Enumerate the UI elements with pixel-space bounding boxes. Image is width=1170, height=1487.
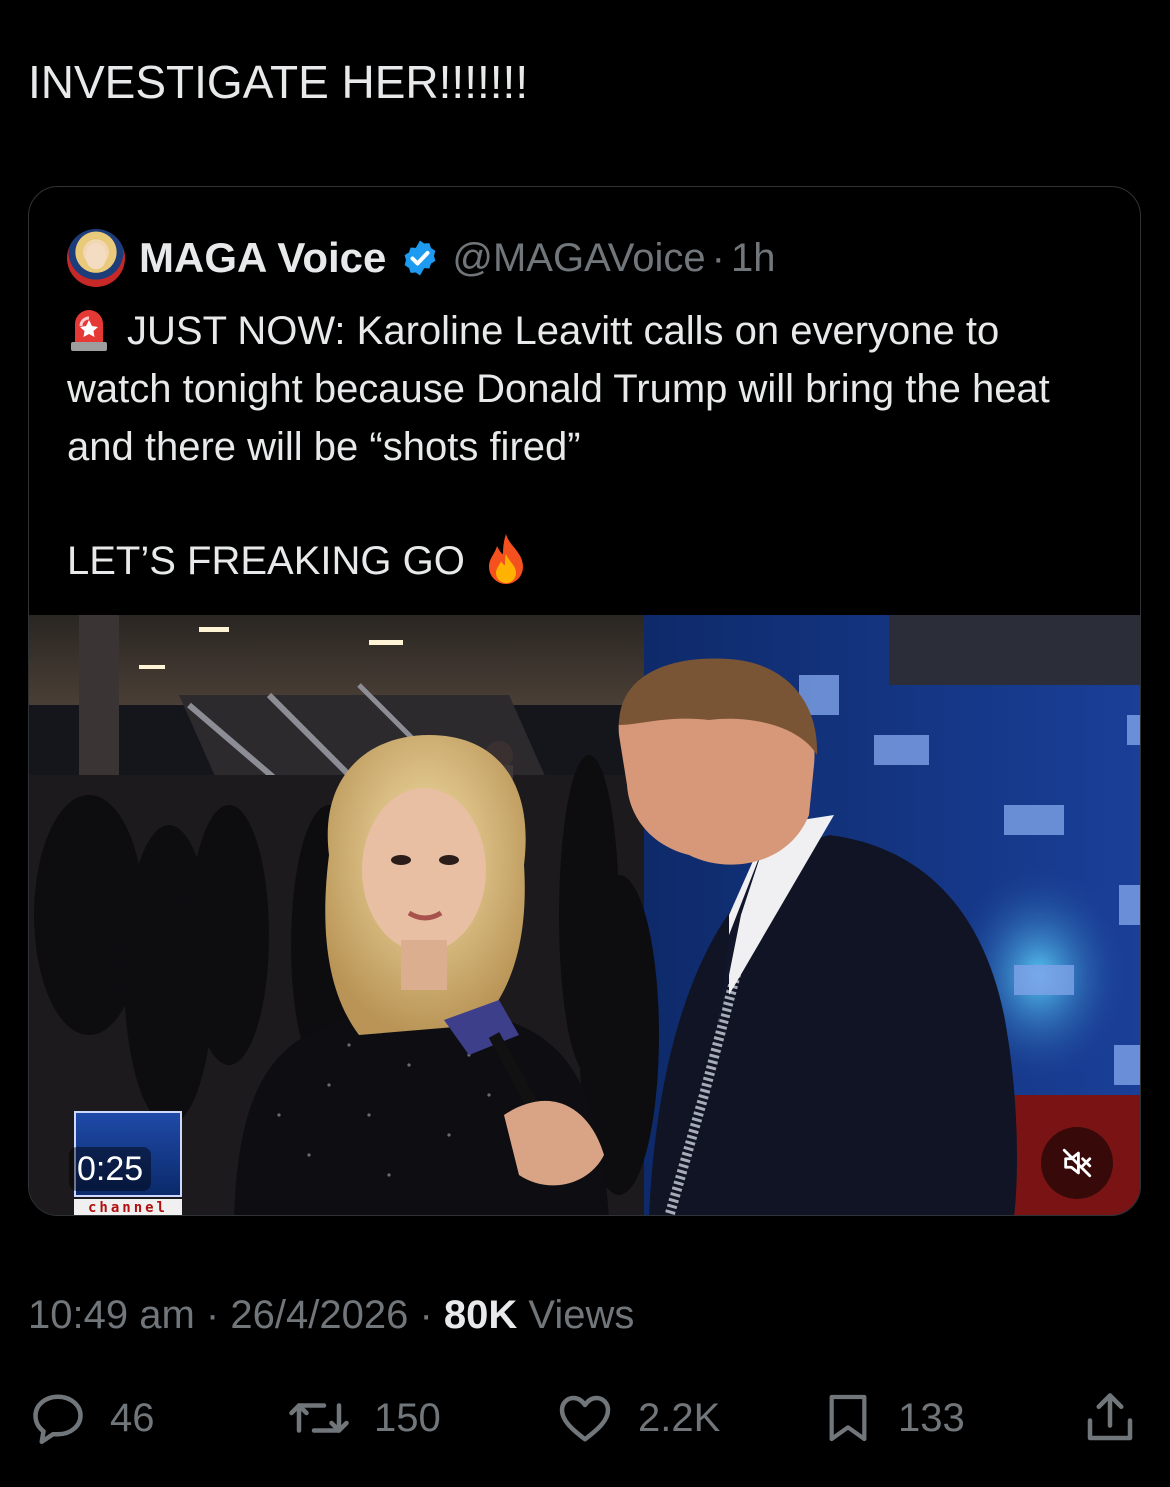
siren-emoji-icon xyxy=(71,310,107,351)
post-date[interactable]: 26/4/2026 xyxy=(230,1293,408,1337)
author-handle[interactable]: @MAGAVoice xyxy=(452,236,705,281)
like-icon xyxy=(559,1395,611,1442)
share-icon xyxy=(1087,1393,1133,1441)
mute-button[interactable] xyxy=(1041,1127,1113,1199)
reply-button[interactable]: 46 xyxy=(28,1386,155,1450)
separator-dot: · xyxy=(711,235,725,280)
views-label: Views xyxy=(528,1293,635,1337)
author-display-name[interactable]: MAGA Voice xyxy=(139,234,386,282)
quoted-post-text: JUST NOW: Karoline Leavitt calls on ever… xyxy=(67,309,1050,469)
like-count: 2.2K xyxy=(638,1395,721,1440)
fox-channel-strip: channel xyxy=(74,1199,182,1215)
repost-icon xyxy=(289,1403,349,1433)
reply-icon xyxy=(33,1394,83,1444)
repost-button[interactable]: 150 xyxy=(286,1386,441,1450)
meta-separator: · xyxy=(205,1293,220,1337)
quoted-post-body: JUST NOW: Karoline Leavitt calls on ever… xyxy=(67,302,1107,476)
post-time[interactable]: 10:49 am xyxy=(28,1293,195,1337)
post-text: INVESTIGATE HER!!!!!!! xyxy=(28,56,529,108)
quoted-post-card[interactable]: MAGA Voice @MAGAVoice · 1h JUST NOW: Kar… xyxy=(28,186,1141,1216)
bookmark-button[interactable]: 133 xyxy=(820,1386,965,1450)
fire-emoji-icon xyxy=(488,534,523,584)
share-button[interactable] xyxy=(1080,1386,1162,1450)
post-meta: 10:49 am · 26/4/2026 · 80K Views xyxy=(28,1290,634,1340)
reply-count: 46 xyxy=(110,1395,155,1440)
views-count[interactable]: 80K xyxy=(444,1293,517,1337)
quoted-post-text-line2: LET’S FREAKING GO xyxy=(67,532,529,590)
video-frame xyxy=(29,615,1140,1215)
mute-icon xyxy=(1062,1148,1092,1178)
action-bar: 46 150 2.2K 133 xyxy=(28,1386,1143,1450)
video-player[interactable]: channel 0:25 xyxy=(29,615,1140,1215)
avatar[interactable] xyxy=(67,229,125,287)
lets-go-text: LET’S FREAKING GO xyxy=(67,539,465,583)
meta-separator: · xyxy=(419,1293,433,1337)
bookmark-count: 133 xyxy=(898,1395,965,1440)
verified-badge-icon xyxy=(405,240,436,276)
post-time-ago[interactable]: 1h xyxy=(731,236,776,281)
like-button[interactable]: 2.2K xyxy=(554,1386,720,1450)
repost-count: 150 xyxy=(374,1395,441,1440)
bookmark-icon xyxy=(829,1394,867,1442)
video-duration: 0:25 xyxy=(69,1147,152,1191)
quoted-post-header: MAGA Voice @MAGAVoice · 1h xyxy=(67,227,775,289)
